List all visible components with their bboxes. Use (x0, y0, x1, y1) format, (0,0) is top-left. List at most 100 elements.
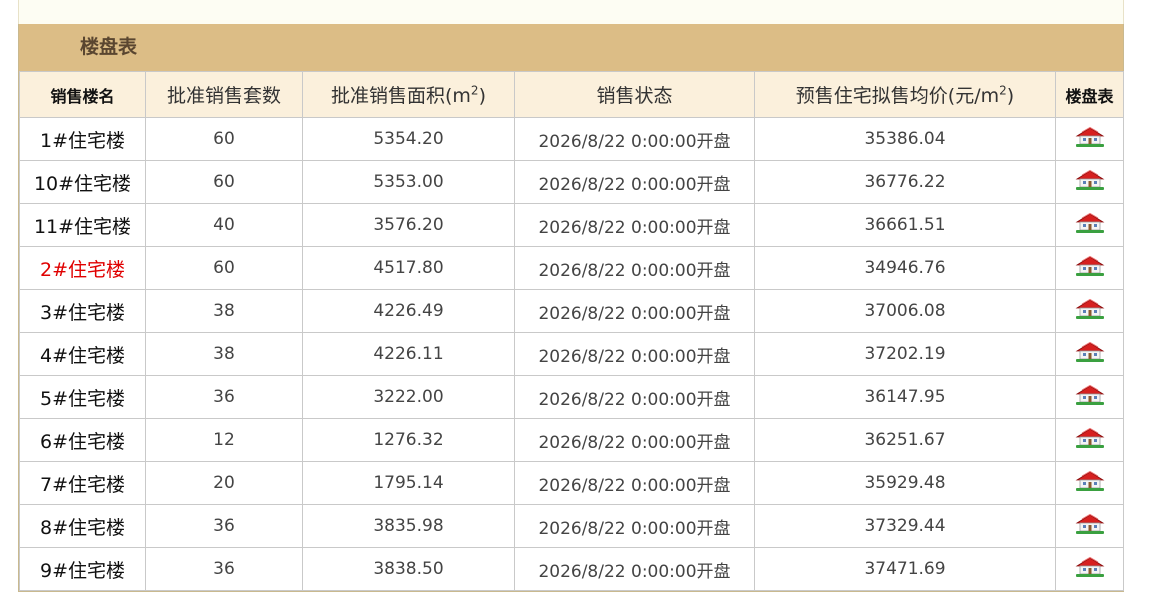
header-plan: 楼盘表 (1055, 71, 1124, 118)
average-price: 36251.67 (754, 418, 1056, 462)
approved-area: 3222.00 (302, 375, 515, 419)
sale-status: 2026/8/22 0:00:00开盘 (514, 160, 755, 204)
average-price: 36776.22 (754, 160, 1056, 204)
plan-cell (1055, 117, 1124, 161)
average-price: 37006.08 (754, 289, 1056, 333)
plan-cell (1055, 418, 1124, 462)
table-row: 1#住宅楼 60 5354.20 2026/8/22 0:00:00开盘 353… (19, 117, 1124, 161)
house-icon[interactable] (1074, 212, 1106, 239)
approved-area: 4226.11 (302, 332, 515, 376)
house-icon[interactable] (1074, 384, 1106, 411)
plan-cell (1055, 375, 1124, 419)
header-price-text: 预售住宅拟售均价(元/m (795, 85, 1000, 107)
header-price: 预售住宅拟售均价(元/m2) (754, 71, 1056, 118)
building-name-link[interactable]: 9#住宅楼 (19, 547, 146, 591)
sale-status: 2026/8/22 0:00:00开盘 (514, 203, 755, 247)
approved-area: 4226.49 (302, 289, 515, 333)
building-table: 销售楼名 批准销售套数 批准销售面积(m2) 销售状态 预售住宅拟售均价(元/m… (19, 71, 1124, 591)
header-area-text: 批准销售面积(m (331, 85, 471, 107)
building-name-link[interactable]: 7#住宅楼 (19, 461, 146, 505)
house-icon[interactable] (1074, 427, 1106, 454)
plan-cell (1055, 289, 1124, 333)
building-name-link[interactable]: 3#住宅楼 (19, 289, 146, 333)
table-row: 6#住宅楼 12 1276.32 2026/8/22 0:00:00开盘 362… (19, 418, 1124, 462)
table-row: 5#住宅楼 36 3222.00 2026/8/22 0:00:00开盘 361… (19, 375, 1124, 419)
house-icon[interactable] (1074, 126, 1106, 153)
sale-status: 2026/8/22 0:00:00开盘 (514, 332, 755, 376)
header-name: 销售楼名 (19, 71, 146, 118)
building-list-panel: 楼盘表 销售楼名 批准销售套数 批准销售面积(m2) 销售状态 预售住宅拟售均价… (18, 24, 1124, 592)
average-price: 36147.95 (754, 375, 1056, 419)
building-name-link[interactable]: 1#住宅楼 (19, 117, 146, 161)
approved-units: 20 (145, 461, 303, 505)
house-icon[interactable] (1074, 470, 1106, 497)
plan-cell (1055, 547, 1124, 591)
sale-status: 2026/8/22 0:00:00开盘 (514, 461, 755, 505)
table-row: 2#住宅楼 60 4517.80 2026/8/22 0:00:00开盘 349… (19, 246, 1124, 290)
approved-area: 5353.00 (302, 160, 515, 204)
plan-cell (1055, 504, 1124, 548)
average-price: 37471.69 (754, 547, 1056, 591)
table-row: 11#住宅楼 40 3576.20 2026/8/22 0:00:00开盘 36… (19, 203, 1124, 247)
building-name-link[interactable]: 5#住宅楼 (19, 375, 146, 419)
building-name-link[interactable]: 6#住宅楼 (19, 418, 146, 462)
house-icon[interactable] (1074, 255, 1106, 282)
table-row: 10#住宅楼 60 5353.00 2026/8/22 0:00:00开盘 36… (19, 160, 1124, 204)
house-icon[interactable] (1074, 513, 1106, 540)
approved-area: 4517.80 (302, 246, 515, 290)
plan-cell (1055, 461, 1124, 505)
page: 楼盘表 销售楼名 批准销售套数 批准销售面积(m2) 销售状态 预售住宅拟售均价… (0, 0, 1176, 597)
building-name-link[interactable]: 2#住宅楼 (19, 246, 146, 290)
sale-status: 2026/8/22 0:00:00开盘 (514, 504, 755, 548)
approved-units: 38 (145, 289, 303, 333)
approved-units: 60 (145, 160, 303, 204)
house-icon[interactable] (1074, 298, 1106, 325)
approved-area: 3576.20 (302, 203, 515, 247)
table-header-row: 销售楼名 批准销售套数 批准销售面积(m2) 销售状态 预售住宅拟售均价(元/m… (19, 71, 1124, 118)
approved-area: 5354.20 (302, 117, 515, 161)
plan-cell (1055, 332, 1124, 376)
building-name-link[interactable]: 11#住宅楼 (19, 203, 146, 247)
approved-units: 40 (145, 203, 303, 247)
average-price: 36661.51 (754, 203, 1056, 247)
table-row: 7#住宅楼 20 1795.14 2026/8/22 0:00:00开盘 359… (19, 461, 1124, 505)
plan-cell (1055, 246, 1124, 290)
approved-area: 3838.50 (302, 547, 515, 591)
sale-status: 2026/8/22 0:00:00开盘 (514, 547, 755, 591)
top-strip (18, 0, 1124, 24)
building-name-link[interactable]: 8#住宅楼 (19, 504, 146, 548)
average-price: 35929.48 (754, 461, 1056, 505)
approved-units: 36 (145, 547, 303, 591)
building-name-link[interactable]: 4#住宅楼 (19, 332, 146, 376)
approved-units: 36 (145, 375, 303, 419)
header-status: 销售状态 (514, 71, 755, 118)
approved-units: 36 (145, 504, 303, 548)
header-price-close: ) (1006, 85, 1015, 107)
approved-units: 60 (145, 117, 303, 161)
table-row: 4#住宅楼 38 4226.11 2026/8/22 0:00:00开盘 372… (19, 332, 1124, 376)
approved-area: 1795.14 (302, 461, 515, 505)
sale-status: 2026/8/22 0:00:00开盘 (514, 289, 755, 333)
header-units: 批准销售套数 (145, 71, 303, 118)
average-price: 37329.44 (754, 504, 1056, 548)
sale-status: 2026/8/22 0:00:00开盘 (514, 418, 755, 462)
average-price: 35386.04 (754, 117, 1056, 161)
plan-cell (1055, 203, 1124, 247)
panel-title: 楼盘表 (19, 24, 1123, 71)
table-row: 9#住宅楼 36 3838.50 2026/8/22 0:00:00开盘 374… (19, 547, 1124, 591)
sale-status: 2026/8/22 0:00:00开盘 (514, 375, 755, 419)
approved-area: 3835.98 (302, 504, 515, 548)
house-icon[interactable] (1074, 169, 1106, 196)
house-icon[interactable] (1074, 556, 1106, 583)
header-area: 批准销售面积(m2) (302, 71, 515, 118)
approved-units: 60 (145, 246, 303, 290)
sale-status: 2026/8/22 0:00:00开盘 (514, 246, 755, 290)
header-price-sup: 2 (999, 83, 1007, 98)
average-price: 34946.76 (754, 246, 1056, 290)
table-row: 8#住宅楼 36 3835.98 2026/8/22 0:00:00开盘 373… (19, 504, 1124, 548)
plan-cell (1055, 160, 1124, 204)
house-icon[interactable] (1074, 341, 1106, 368)
building-name-link[interactable]: 10#住宅楼 (19, 160, 146, 204)
average-price: 37202.19 (754, 332, 1056, 376)
table-row: 3#住宅楼 38 4226.49 2026/8/22 0:00:00开盘 370… (19, 289, 1124, 333)
